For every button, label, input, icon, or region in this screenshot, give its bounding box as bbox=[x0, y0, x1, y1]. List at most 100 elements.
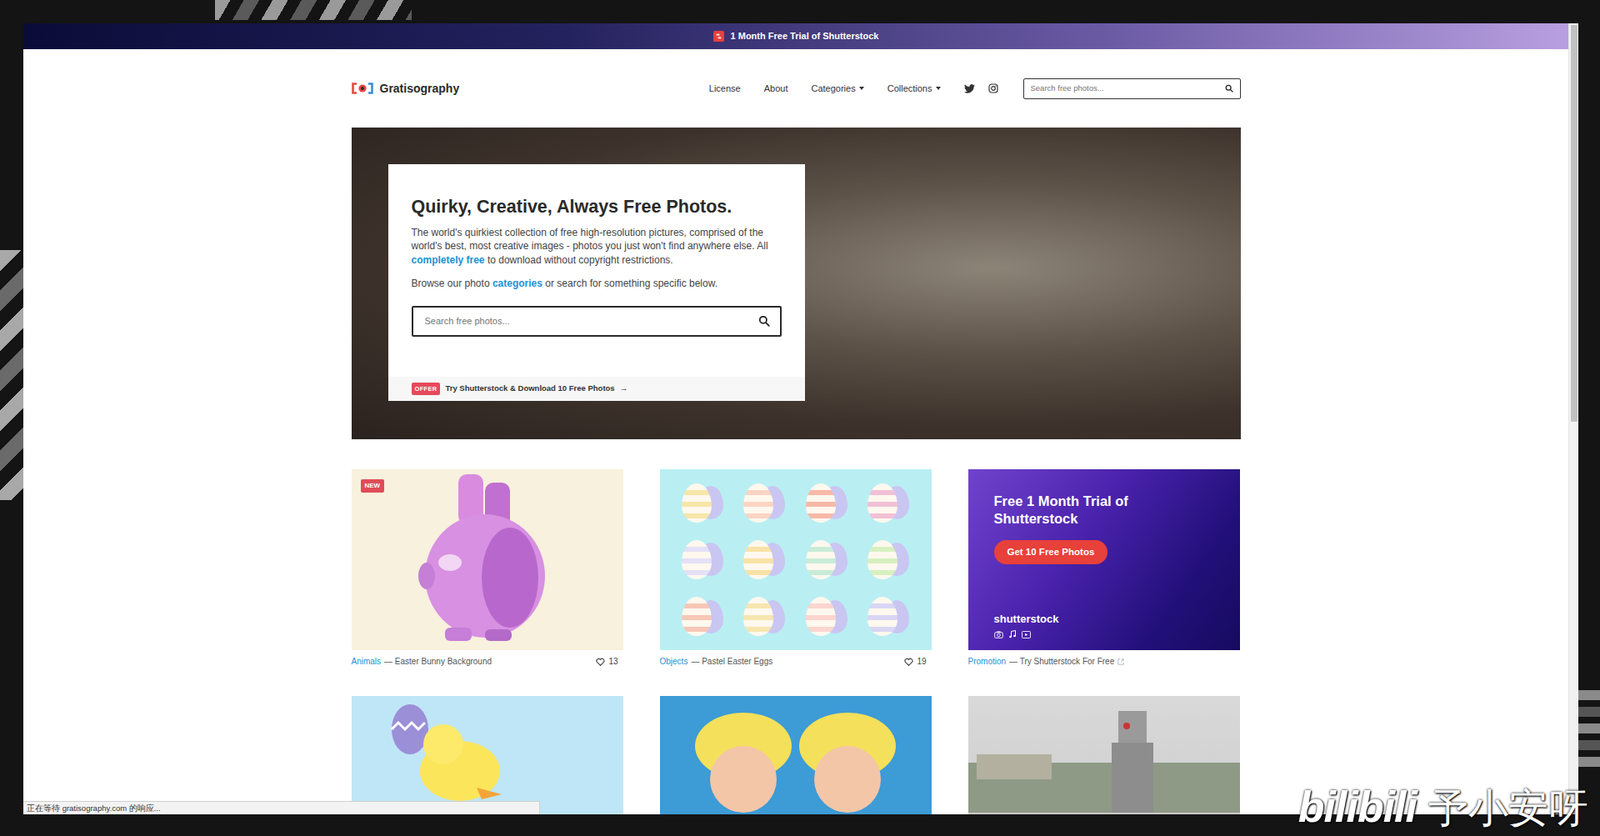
category-link[interactable]: Objects bbox=[660, 655, 689, 668]
egg-shape bbox=[681, 483, 712, 523]
promo-panel[interactable]: Free 1 Month Trial of Shutterstock Get 10… bbox=[968, 469, 1240, 650]
egg-cell bbox=[733, 530, 796, 588]
nav-link[interactable]: About bbox=[764, 81, 789, 96]
social-links bbox=[964, 83, 999, 94]
like-count: 13 bbox=[608, 655, 618, 668]
photo-card[interactable]: NEW Animals— Easter Bunny Background 13 bbox=[351, 469, 624, 668]
photo[interactable]: NEW bbox=[351, 469, 624, 650]
page-container: Gratisography License About Categories Colle… bbox=[351, 49, 1241, 815]
hero-search[interactable] bbox=[411, 305, 782, 337]
site-logo[interactable]: Gratisography bbox=[351, 80, 460, 98]
egg-cell bbox=[857, 588, 920, 645]
free-photos-button[interactable]: Get 10 Free Photos bbox=[994, 540, 1109, 565]
scrollbar[interactable] bbox=[1568, 23, 1579, 815]
photo-card[interactable] bbox=[660, 695, 932, 815]
category-link[interactable]: Promotion bbox=[968, 655, 1007, 668]
arrow-icon: → bbox=[620, 382, 629, 395]
logo-icon bbox=[351, 82, 374, 95]
hero-body: Quirky, Creative, Always Free Photos.The… bbox=[388, 164, 805, 337]
header-search[interactable] bbox=[1023, 78, 1241, 100]
intro-text: to download without copyright restrictio… bbox=[487, 254, 674, 266]
photo-card[interactable] bbox=[351, 695, 624, 815]
egg-shape bbox=[805, 483, 836, 523]
caption-text: Animals— Easter Bunny Background bbox=[351, 655, 493, 668]
hero-title: Quirky, Creative, Always Free Photos. bbox=[411, 195, 782, 220]
frame-stripes bbox=[215, 0, 412, 20]
photo-grid: NEW Animals— Easter Bunny Background 13 Obj… bbox=[351, 469, 1241, 815]
egg-pattern bbox=[660, 469, 932, 650]
nav-link[interactable]: Categories bbox=[810, 81, 864, 96]
nav-link[interactable]: Collections bbox=[887, 81, 941, 96]
egg-cell bbox=[795, 588, 859, 645]
banner-text[interactable]: 1 Month Free Trial of Shutterstock bbox=[730, 29, 880, 44]
dropdown-caret-icon bbox=[859, 86, 865, 90]
promo-banner[interactable]: 1 Month Free Trial of Shutterstock bbox=[23, 23, 1569, 50]
photo-card[interactable] bbox=[968, 695, 1240, 815]
categories-link[interactable]: categories bbox=[492, 277, 543, 290]
external-link-icon bbox=[1117, 658, 1125, 665]
nav-link[interactable]: License bbox=[709, 81, 741, 96]
egg-cell bbox=[857, 530, 920, 588]
browse-text: or search for something specific below. bbox=[545, 277, 718, 290]
site-header: Gratisography License About Categories Colle… bbox=[351, 49, 1241, 128]
egg-cell bbox=[733, 588, 796, 645]
like-button[interactable]: 19 bbox=[904, 655, 931, 668]
egg-cell bbox=[733, 474, 796, 531]
twitter-icon[interactable] bbox=[964, 84, 975, 94]
nav-label: About bbox=[764, 81, 789, 96]
card-caption: Promotion— Try Shutterstock For Free bbox=[968, 655, 1240, 668]
promo-heading: Free 1 Month Trial of Shutterstock bbox=[994, 492, 1215, 529]
photo[interactable] bbox=[968, 695, 1240, 815]
brand-icons bbox=[994, 630, 1031, 639]
photo[interactable] bbox=[660, 695, 932, 815]
egg-shape bbox=[681, 540, 712, 580]
category-link[interactable]: Animals bbox=[351, 655, 382, 668]
search-icon[interactable] bbox=[1225, 84, 1234, 93]
offer-link[interactable]: OFFERTry Shutterstock & Download 10 Free… bbox=[388, 376, 805, 401]
dolls-photo bbox=[660, 695, 932, 813]
bunny-illustration bbox=[351, 469, 624, 650]
browser-window: 1 Month Free Trial of Shutterstock Gratis… bbox=[23, 23, 1579, 815]
logo-text: Gratisography bbox=[380, 80, 460, 98]
search-input[interactable] bbox=[425, 314, 759, 329]
camera-icon bbox=[994, 630, 1004, 639]
chick-illustration bbox=[351, 695, 624, 813]
photo-title[interactable]: — Pastel Easter Eggs bbox=[690, 655, 773, 668]
like-count: 19 bbox=[916, 655, 926, 668]
photo-card[interactable]: Objects— Pastel Easter Eggs 19 bbox=[660, 469, 932, 668]
egg-cell bbox=[795, 530, 859, 588]
promo-card[interactable]: Free 1 Month Trial of Shutterstock Get 10… bbox=[968, 469, 1240, 668]
egg-shape bbox=[805, 540, 836, 580]
offer-badge: OFFER bbox=[411, 382, 441, 395]
scrollbar-thumb[interactable] bbox=[1570, 25, 1578, 422]
search-input[interactable] bbox=[1030, 82, 1225, 95]
dropdown-caret-icon bbox=[935, 86, 941, 90]
search-icon[interactable] bbox=[758, 315, 770, 327]
nav-label: Categories bbox=[810, 81, 855, 96]
photo-title[interactable]: — Easter Bunny Background bbox=[384, 655, 492, 668]
heart-icon[interactable] bbox=[904, 657, 914, 666]
frame-stripes bbox=[1578, 690, 1600, 767]
license-link[interactable]: completely free bbox=[411, 254, 485, 266]
caption-text: Objects— Pastel Easter Eggs bbox=[660, 655, 774, 668]
egg-cell bbox=[857, 474, 920, 531]
photo[interactable] bbox=[351, 695, 624, 815]
shutterstock-icon bbox=[713, 30, 725, 42]
egg-shape bbox=[681, 596, 712, 636]
brand-name: shutterstock bbox=[994, 610, 1060, 628]
instagram-icon[interactable] bbox=[988, 83, 999, 94]
hero-browse: Browse our photo categories or search fo… bbox=[411, 276, 782, 291]
watermark: bilibili予小安呀 bbox=[1298, 780, 1589, 833]
browse-text: Browse our photo bbox=[411, 277, 490, 290]
status-bar: 正在等待 gratisography.com 的响应... bbox=[23, 800, 540, 815]
main-nav: License About Categories Collections bbox=[709, 78, 1241, 100]
hero-banner: Quirky, Creative, Always Free Photos.The… bbox=[351, 127, 1241, 440]
photo-title[interactable]: — Try Shutterstock For Free bbox=[1009, 655, 1115, 668]
egg-shape bbox=[743, 596, 774, 636]
nav-label: Collections bbox=[887, 81, 933, 96]
heart-icon[interactable] bbox=[595, 657, 605, 666]
egg-cell bbox=[671, 588, 735, 645]
like-button[interactable]: 13 bbox=[595, 655, 623, 668]
music-icon bbox=[1008, 630, 1017, 639]
photo[interactable] bbox=[660, 469, 932, 650]
